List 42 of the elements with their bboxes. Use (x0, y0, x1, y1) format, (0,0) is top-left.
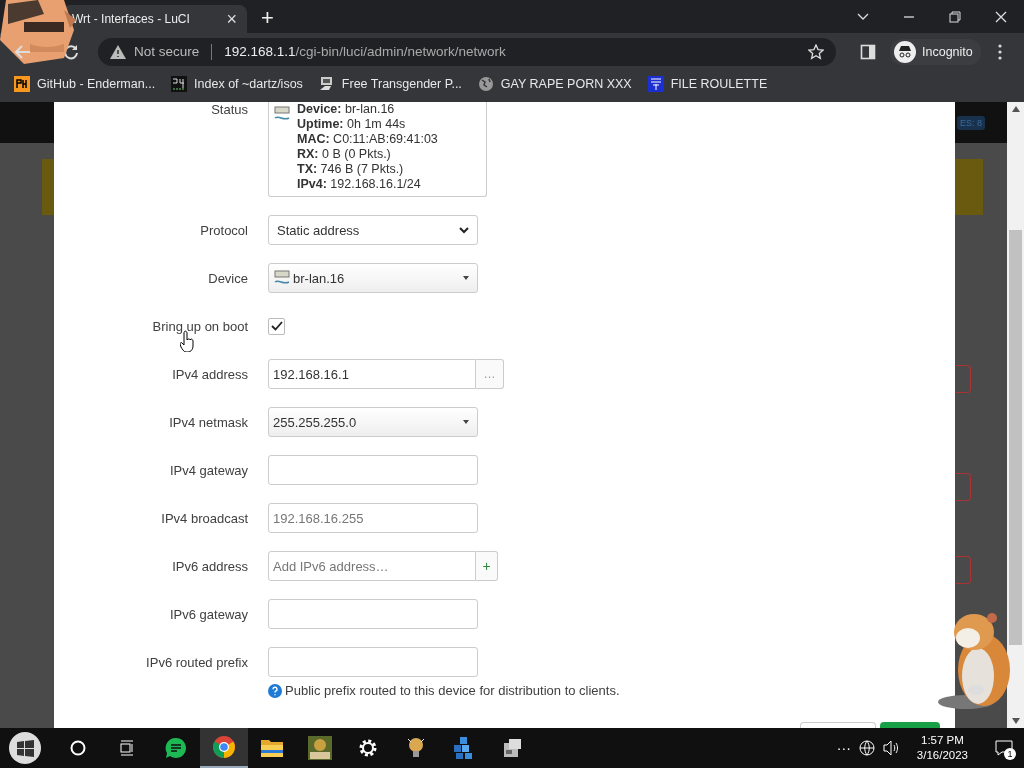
bookmark[interactable]: FILE ROULETTE (647, 75, 768, 92)
field-label: IPv6 address (171, 558, 249, 574)
status-line: IPv4: 192.168.16.1/24 (297, 177, 422, 192)
input-field[interactable]: Add IPv6 address… (268, 551, 476, 581)
bookmark[interactable]: Index of ~dartz/isos (171, 75, 303, 92)
input-field[interactable]: 192.168.16.1 (268, 359, 476, 389)
field-label: IPv4 gateway (168, 462, 249, 478)
help-text: Public prefix routed to this device for distribution to clients. (285, 683, 620, 698)
notification-count: 1 (1004, 748, 1016, 760)
field-label: IPv6 gateway (168, 606, 249, 622)
time-text: 1:57 PM (921, 733, 964, 748)
new-tab-button[interactable]: + (261, 7, 274, 29)
field-label: IPv6 routed prefix (145, 654, 249, 670)
bookmark[interactable]: GitHub - Enderman... (14, 75, 156, 92)
protocol-select[interactable]: Static address (268, 215, 478, 245)
field-label: Status (210, 102, 249, 117)
field-label: Device (207, 270, 249, 286)
url-text: 192.168.1.1/cgi-bin/luci/admin/network/network (224, 44, 506, 59)
clock[interactable]: 1:57 PM 3/16/2023 (916, 733, 968, 763)
bookmark[interactable]: Free Transgender P... (318, 75, 462, 92)
field-label: Protocol (199, 222, 249, 238)
addon-button[interactable]: + (476, 551, 498, 581)
security-label: Not secure (134, 44, 200, 59)
field-label: Bring up on boot (151, 318, 249, 334)
input-field[interactable]: 192.168.16.255 (268, 503, 478, 533)
hidden-icons-button[interactable]: ··· (836, 740, 851, 756)
status-line: TX: 746 B (7 Pkts.) (297, 162, 405, 177)
bookmark[interactable]: GAY RAPE PORN XXX (477, 75, 632, 92)
status-line: RX: 0 B (0 Pkts.) (297, 147, 392, 162)
count-badge: ES: 8 (957, 115, 985, 130)
field-label: IPv4 address (171, 366, 249, 382)
status-line: Uptime: 0h 1m 44s (297, 117, 407, 132)
status-line: MAC: C0:11:AB:69:41:03 (297, 132, 438, 147)
address-bar[interactable]: Not secure 192.168.1.1/cgi-bin/luci/admin/network/network (98, 37, 836, 66)
date-text: 3/16/2023 (916, 748, 968, 763)
field-label: IPv4 netmask (168, 414, 249, 430)
incognito-button[interactable]: Incognito (890, 38, 981, 65)
dropdown[interactable]: 255.255.255.0 (268, 407, 478, 437)
close-tab-button[interactable]: × (226, 10, 237, 28)
field-label: IPv4 broadcast (160, 510, 249, 526)
dropdown[interactable]: br-lan.16 (268, 263, 478, 293)
status-line: Device: br-lan.16 (297, 102, 396, 117)
